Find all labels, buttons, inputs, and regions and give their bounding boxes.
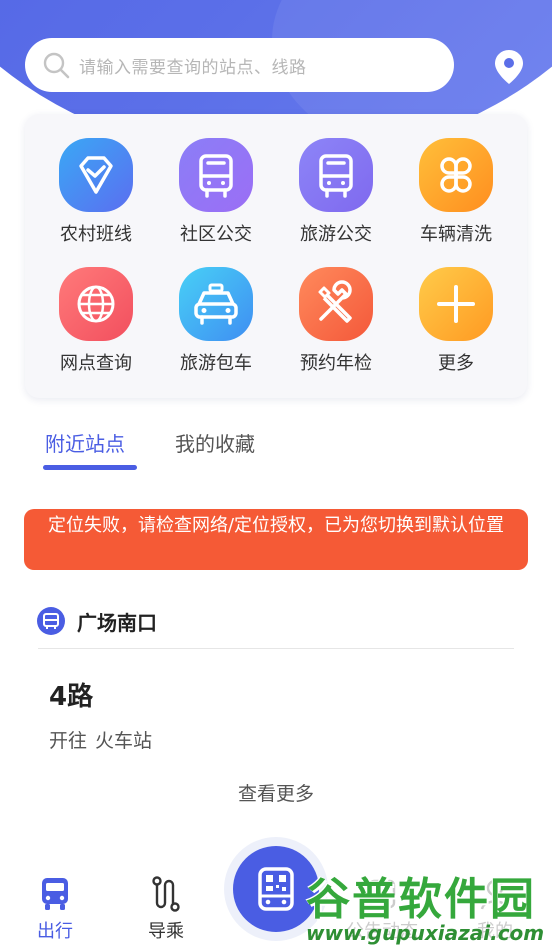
watermark-title: 谷普软件园 <box>306 874 536 925</box>
grid-item-label: 旅游公交 <box>300 224 372 245</box>
taxi-icon <box>179 267 253 341</box>
grid-item-tourist-bus[interactable]: 旅游公交 <box>281 138 391 258</box>
bus-icon <box>299 138 373 212</box>
service-grid: 农村班线 社区公交 旅游公交 车辆清洗 网点查询 旅游包车 预约年检 更多 <box>25 114 527 398</box>
route-name[interactable]: 4路 <box>49 676 93 713</box>
diamond-check-icon <box>59 138 133 212</box>
grid-item-label: 更多 <box>438 353 474 374</box>
station-name: 广场南口 <box>77 610 157 635</box>
station-header[interactable]: 广场南口 <box>36 606 157 636</box>
search-icon <box>43 52 70 79</box>
qr-bus-icon <box>258 867 294 911</box>
bus-stop-icon <box>37 607 65 635</box>
grid-item-label: 网点查询 <box>60 353 132 374</box>
location-pin-icon[interactable] <box>492 48 526 86</box>
bus-icon <box>42 878 68 910</box>
watermark: 谷普软件园 www.gupuxiazai.com <box>300 861 552 950</box>
grid-item-outlet-query[interactable]: 网点查询 <box>41 267 151 387</box>
direction-label: 开往 <box>49 730 88 752</box>
route-direction: 开往 火车站 <box>49 726 152 753</box>
nav-go[interactable]: 出行 <box>15 875 95 943</box>
grid-item-label: 农村班线 <box>60 224 132 245</box>
grid-item-car-wash[interactable]: 车辆清洗 <box>401 138 511 258</box>
plus-icon <box>419 267 493 341</box>
nav-label: 出行 <box>37 921 73 942</box>
grid-item-label: 社区公交 <box>180 224 252 245</box>
watermark-url: www.gupuxiazai.com <box>306 921 545 945</box>
tab-nearby-stations[interactable]: 附近站点 <box>45 428 125 457</box>
clover-icon <box>419 138 493 212</box>
location-error-banner: 定位失败，请检查网络/定位授权，已为您切换到默认位置 <box>24 509 528 570</box>
divider <box>38 648 514 649</box>
tab-my-favorites[interactable]: 我的收藏 <box>175 428 255 457</box>
grid-item-annual-inspection[interactable]: 预约年检 <box>281 267 391 387</box>
search-bar[interactable]: 请输入需要查询的站点、线路 <box>25 38 454 92</box>
bus-icon <box>179 138 253 212</box>
grid-item-community-bus[interactable]: 社区公交 <box>161 138 271 258</box>
grid-item-rural-line[interactable]: 农村班线 <box>41 138 151 258</box>
grid-item-more[interactable]: 更多 <box>401 267 511 387</box>
search-input[interactable]: 请输入需要查询的站点、线路 <box>79 53 307 78</box>
active-tab-indicator <box>43 465 137 470</box>
globe-icon <box>59 267 133 341</box>
grid-item-label: 车辆清洗 <box>420 224 492 245</box>
grid-item-label: 旅游包车 <box>180 353 252 374</box>
nav-label: 导乘 <box>148 921 184 942</box>
nav-guide[interactable]: 导乘 <box>126 875 206 943</box>
grid-item-tour-charter[interactable]: 旅游包车 <box>161 267 271 387</box>
destination-name: 火车站 <box>95 730 153 752</box>
tools-icon <box>299 267 373 341</box>
route-icon <box>152 876 180 912</box>
view-more-link[interactable]: 查看更多 <box>0 779 552 806</box>
grid-item-label: 预约年检 <box>300 353 372 374</box>
